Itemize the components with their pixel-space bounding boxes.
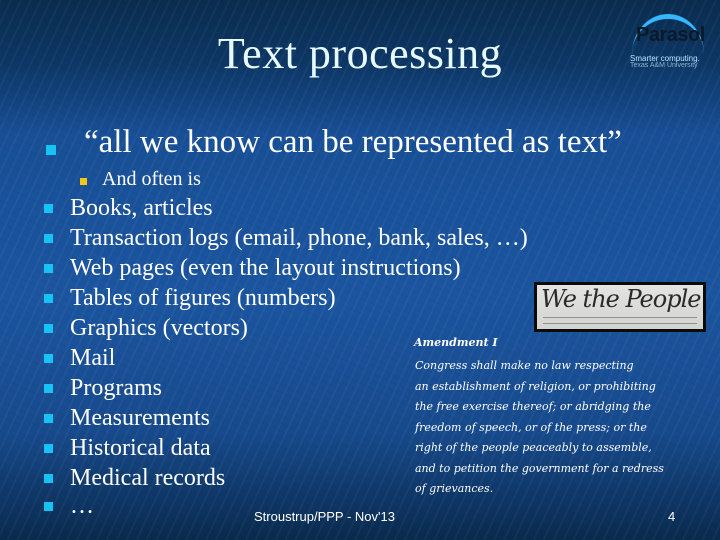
- square-bullet-icon: [44, 502, 53, 511]
- amendment-title: Amendment I: [414, 336, 498, 349]
- list-item-text: Medical records: [70, 465, 226, 491]
- list-item: Measurements: [44, 403, 210, 433]
- list-item-text: Tables of figures (numbers): [70, 285, 336, 311]
- amendment-line: Congress shall make no law respecting: [415, 359, 634, 372]
- list-item: Graphics (vectors): [44, 313, 248, 343]
- list-item-text: Mail: [70, 345, 116, 371]
- we-the-people-image: We the People: [534, 282, 706, 332]
- amendment-line: an establishment of religion, or prohibi…: [415, 379, 656, 393]
- parchment: We the People: [537, 285, 703, 329]
- list-item: Web pages (even the layout instructions): [44, 253, 461, 283]
- square-bullet-icon: [44, 324, 53, 333]
- amendment-line: right of the people peaceably to assembl…: [415, 441, 652, 454]
- amendment-line: of grievances.: [415, 482, 494, 495]
- amendment-text: Congress shall make no law respecting an…: [415, 356, 664, 500]
- amendment-line: and to petition the government for a red…: [415, 461, 664, 475]
- square-bullet-icon: [44, 234, 53, 243]
- list-item-text: …: [70, 493, 94, 519]
- script-line: [543, 317, 697, 318]
- list-item: Books, articles: [44, 193, 213, 223]
- square-bullet-icon: [44, 264, 53, 273]
- logo-wordmark: Parasol: [636, 24, 705, 46]
- square-bullet-icon: [46, 145, 56, 155]
- image-caption: We the People: [541, 285, 701, 313]
- list-item-text: Graphics (vectors): [70, 315, 248, 341]
- list-item: Historical data: [44, 433, 211, 463]
- list-item: …: [44, 491, 94, 521]
- slide-footer: Stroustrup/PPP - Nov'13: [254, 509, 395, 524]
- list-item: Mail: [44, 343, 116, 373]
- square-bullet-icon: [44, 204, 53, 213]
- square-bullet-icon: [44, 474, 53, 483]
- square-bullet-icon: [44, 354, 53, 363]
- square-bullet-icon: [44, 384, 53, 393]
- square-bullet-icon: [44, 414, 53, 423]
- page-number: 4: [668, 509, 676, 524]
- amendment-line: freedom of speech, or of the press; or t…: [415, 420, 647, 434]
- square-bullet-icon: [80, 178, 87, 185]
- list-item-text: Historical data: [70, 435, 211, 461]
- main-bullet-text: “all we know can be represented as text”: [84, 124, 622, 160]
- parasol-logo: Parasol Smarter computing. Texas A&M Uni…: [622, 8, 714, 69]
- square-bullet-icon: [44, 294, 53, 303]
- list-item: Tables of figures (numbers): [44, 283, 336, 313]
- slide-title: Text processing: [217, 29, 503, 78]
- script-line: [543, 323, 697, 324]
- amendment-line: the free exercise thereof; or abridging …: [415, 400, 651, 413]
- list-item: Transaction logs (email, phone, bank, sa…: [44, 223, 528, 253]
- list-item-text: Books, articles: [70, 195, 213, 221]
- list-item-text: Programs: [70, 375, 162, 401]
- list-item-text: Web pages (even the layout instructions): [70, 255, 461, 281]
- list-item-text: Measurements: [70, 405, 210, 431]
- sub-bullet-text: And often is: [102, 168, 201, 190]
- logo-institution: Texas A&M University: [630, 62, 698, 69]
- list-item: Medical records: [44, 463, 226, 493]
- square-bullet-icon: [44, 444, 53, 453]
- list-item: Programs: [44, 373, 162, 403]
- list-item-text: Transaction logs (email, phone, bank, sa…: [70, 225, 528, 251]
